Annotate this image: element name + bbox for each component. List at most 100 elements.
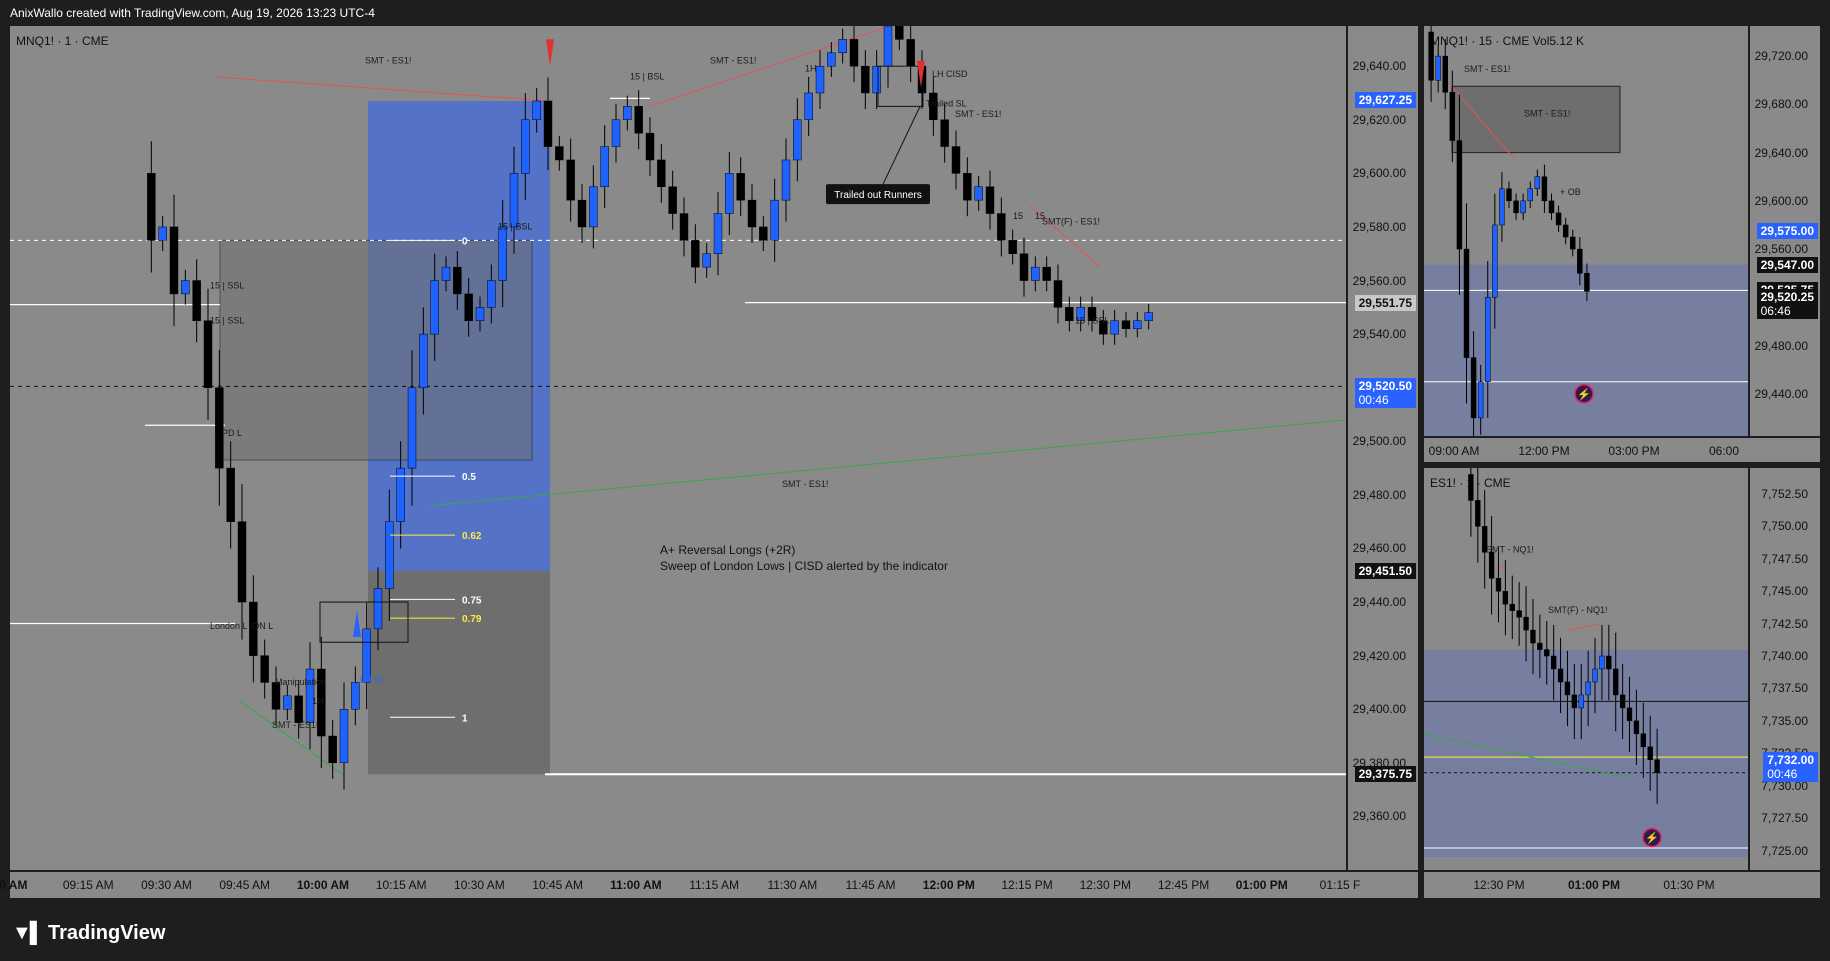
fifteen-label: 15 <box>1035 211 1045 221</box>
smt-divergence-line <box>214 76 551 102</box>
top-right-time-axis[interactable]: 09:00 AM 12:00 PM 03:00 PM 06:00 <box>1424 438 1820 462</box>
br-candle <box>1585 681 1591 696</box>
br-candle <box>1550 655 1557 670</box>
br-candle <box>1647 746 1653 761</box>
price-tick-label: 29,400.00 <box>1352 702 1406 717</box>
main-candle <box>747 199 757 228</box>
main-candle <box>793 119 802 161</box>
h1-label: 1H <box>312 696 324 706</box>
tr-candle <box>1520 200 1526 214</box>
bottom-right-time-axis[interactable]: 12:30 PM 01:00 PM 01:30 PM <box>1424 872 1820 898</box>
price-tick-label: 7,745.00 <box>1761 584 1808 599</box>
h1-label: 1H <box>805 64 817 74</box>
top-right-chart-svg[interactable]: SMT - ES1! SMT - ES1! + OB ⚡ <box>1424 26 1748 436</box>
main-candle <box>453 266 462 295</box>
main-candle <box>668 186 677 214</box>
smt-label: SMT - ES1! <box>955 109 1001 119</box>
time-tick-label: 09:00 AM <box>1428 444 1480 458</box>
main-chart-panel[interactable]: MNQ1! · 1 · CME 0 0.5 0.62 0.75 0.79 1 SMT - E… <box>10 26 1346 870</box>
main-price-axis[interactable]: 29,640.00 29,620.00 29,600.00 29,580.00 29,5… <box>1348 26 1418 870</box>
time-tick-label: 10:15 AM <box>375 878 427 892</box>
main-candle <box>192 280 201 321</box>
time-tick-label: 11:45 AM <box>845 878 896 892</box>
main-candle <box>883 26 893 67</box>
main-candle <box>770 199 779 241</box>
tr-candle <box>1492 224 1498 298</box>
smt-label: SMT - ES1! <box>1524 108 1570 118</box>
time-tick-label: 00 AM <box>0 878 28 892</box>
main-candle <box>1008 240 1017 254</box>
bottom-right-price-axis[interactable]: 7,752.50 7,750.00 7,747.50 7,745.00 7,742.50… <box>1750 468 1820 870</box>
main-candle <box>430 280 439 335</box>
main-candle <box>283 695 292 710</box>
main-candle <box>328 735 337 764</box>
main-chart-svg[interactable]: 0 0.5 0.62 0.75 0.79 1 SMT - ES1! SMT - ES1! SMT… <box>10 26 1346 870</box>
main-candle <box>985 186 995 214</box>
main-candle <box>702 253 711 268</box>
price-tag: 29,451.50 <box>1354 563 1416 580</box>
price-tick-label: 29,540.00 <box>1352 327 1406 342</box>
main-candle <box>226 467 235 522</box>
br-candle <box>1495 577 1502 592</box>
main-candle <box>407 387 417 469</box>
price-tick-label: 29,600.00 <box>1352 166 1406 181</box>
main-candle <box>645 132 655 161</box>
main-candle <box>623 106 632 121</box>
br-candle <box>1640 733 1646 748</box>
main-time-axis[interactable]: 00 AM 09:15 AM 09:30 AM 09:45 AM 10:00 AM 10:… <box>0 872 1418 898</box>
tr-candle <box>1428 31 1434 81</box>
br-candle <box>1530 629 1536 644</box>
price-tick-label: 29,600.00 <box>1754 193 1808 208</box>
top-right-price-axis[interactable]: 29,720.00 29,680.00 29,640.00 29,600.00 29,5… <box>1750 26 1820 436</box>
tr-candle <box>1577 248 1583 274</box>
br-candle <box>1578 694 1584 709</box>
smt-green-line <box>429 419 1346 507</box>
main-candle <box>1133 320 1142 330</box>
main-candle <box>158 226 167 241</box>
time-tick-label: 09:30 AM <box>141 878 192 892</box>
main-candle <box>203 320 213 388</box>
main-candle <box>1065 307 1074 321</box>
main-candle <box>657 159 666 188</box>
br-candle <box>1571 694 1578 709</box>
price-tick-label: 7,742.50 <box>1761 616 1808 631</box>
tradingview-logo[interactable]: ▼▌ TradingView <box>12 922 165 945</box>
fib-level-label: 1 <box>462 713 468 724</box>
main-candle <box>895 26 904 40</box>
main-candle <box>1121 320 1131 330</box>
main-candle <box>419 333 428 388</box>
time-tick-label: 10:30 AM <box>454 878 505 892</box>
main-candle <box>339 708 349 764</box>
tradingview-icon: ▼▌ <box>12 922 44 944</box>
smt-label: SMT - ES1! <box>1464 64 1510 74</box>
bottom-right-chart-panel[interactable]: ES1! · 1 · CME SMT - NQ1!SMT(F) - NQ1!⚡ <box>1424 468 1748 870</box>
price-tick-label: 29,680.00 <box>1754 97 1808 112</box>
bsl-label: 15 | BSL <box>498 222 532 232</box>
main-candle <box>464 293 473 321</box>
smt-label: SMT - ES1! <box>365 56 411 66</box>
price-tag: 29,575.00 <box>1756 223 1818 239</box>
top-right-chart-panel[interactable]: MNQ1! · 15 · CME Vol5.12 K SMT - ES1! SMT… <box>1424 26 1748 436</box>
price-tag: 29,627.25 <box>1354 92 1416 109</box>
price-tag: 29,551.75 <box>1354 294 1416 311</box>
price-tick-label: 29,720.00 <box>1754 49 1808 64</box>
main-candle <box>815 65 825 94</box>
main-candle <box>600 146 609 188</box>
price-tick-label: 29,480.00 <box>1754 338 1808 353</box>
main-candle <box>849 39 859 67</box>
bottom-right-chart-svg[interactable]: SMT - NQ1! SMT(F) - NQ1! ⚡ <box>1424 468 1748 870</box>
time-tick-label: 12:30 PM <box>1473 878 1525 892</box>
price-tick-label: 7,740.00 <box>1761 649 1808 664</box>
smt-label: SMT - NQ1! <box>1486 544 1534 554</box>
price-tick-label: 7,735.00 <box>1761 713 1808 728</box>
br-candle <box>1523 616 1529 631</box>
footer-brand: TradingView <box>47 922 166 944</box>
price-tick-label: 7,750.00 <box>1761 519 1808 534</box>
bsl-label: 15 | BSL <box>630 72 664 82</box>
lh-cisd-box <box>877 65 924 107</box>
bolt-glyph: ⚡ <box>1577 388 1591 401</box>
ssl-label: 15 | SSL <box>210 281 244 291</box>
main-candle <box>1053 280 1063 308</box>
br-candle <box>1557 668 1564 683</box>
tr-candle <box>1449 92 1456 141</box>
